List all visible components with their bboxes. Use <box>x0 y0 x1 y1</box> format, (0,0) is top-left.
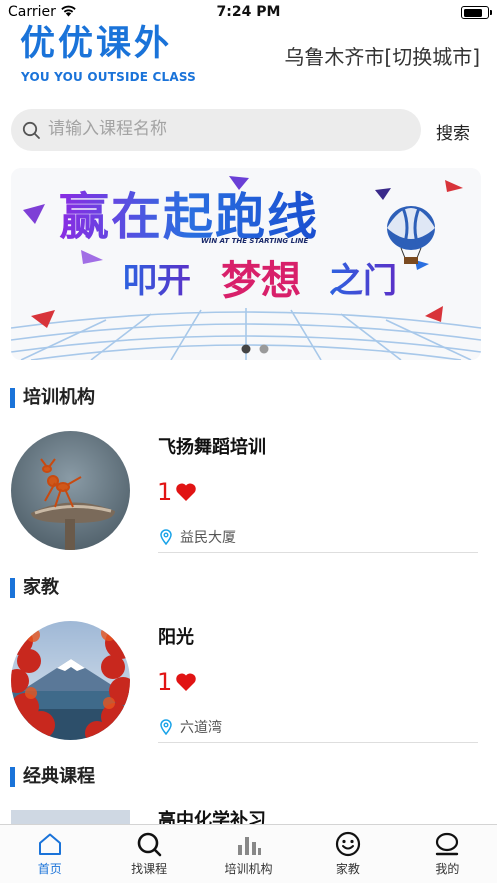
user-icon <box>436 832 459 856</box>
tab-home[interactable]: 首页 <box>0 825 99 883</box>
section-title-tutor: 家教 <box>10 578 59 598</box>
banner-subline-a: 叩开 <box>123 261 191 301</box>
bar-chart-icon <box>237 837 261 855</box>
battery-icon <box>461 6 492 19</box>
list-item-training[interactable]: 飞扬舞蹈培训 1 益民大厦 <box>0 431 497 556</box>
list-item-tutor[interactable]: 阳光 1 六道湾 <box>0 621 497 746</box>
tab-label: 找课程 <box>131 862 168 876</box>
banner-pagination[interactable] <box>241 339 271 358</box>
search-bar <box>11 109 421 151</box>
tab-label: 培训机构 <box>224 862 273 876</box>
item-name: 飞扬舞蹈培训 <box>158 437 266 458</box>
tab-label: 首页 <box>37 862 62 876</box>
pagination-dot[interactable] <box>259 344 269 354</box>
tab-mine[interactable]: 我的 <box>398 825 497 883</box>
banner-subline-c: 之门 <box>329 261 397 301</box>
tab-label: 我的 <box>435 862 460 876</box>
section-title-classic: 经典课程 <box>10 767 95 787</box>
like-count[interactable]: 1 <box>157 668 197 696</box>
banner-tagline: WIN AT THE STARTING LINE <box>201 237 309 245</box>
tab-find-course[interactable]: 找课程 <box>99 825 198 883</box>
location-row: 六道湾 <box>160 717 222 737</box>
tab-label: 家教 <box>335 862 360 876</box>
divider <box>158 552 478 553</box>
location-text: 六道湾 <box>180 720 222 736</box>
heart-icon <box>176 673 197 691</box>
search-button[interactable]: 搜索 <box>436 119 470 144</box>
home-icon <box>38 833 61 855</box>
location-pin-icon <box>160 529 172 545</box>
tutor-avatar <box>11 621 130 740</box>
tab-training-org[interactable]: 培训机构 <box>199 825 298 883</box>
search-icon <box>22 121 40 139</box>
location-row: 益民大厦 <box>160 527 236 547</box>
city-switcher[interactable]: 乌鲁木齐市[切换城市] <box>284 41 480 70</box>
smiley-icon <box>335 831 361 857</box>
search-input[interactable] <box>48 114 408 144</box>
promo-banner[interactable]: 赢在起跑线 WIN AT THE STARTING LINE 叩开 梦想 之门 <box>11 168 481 360</box>
course-thumbnail[interactable] <box>11 810 130 824</box>
battery-level <box>463 8 483 17</box>
heart-icon <box>176 483 197 501</box>
divider <box>158 742 478 743</box>
tab-tutor[interactable]: 家教 <box>298 825 397 883</box>
banner-subline-b: 梦想 <box>221 258 301 304</box>
location-text: 益民大厦 <box>180 530 236 546</box>
brand-logo-title: 优优课外 <box>20 24 173 64</box>
location-pin-icon <box>160 719 172 735</box>
like-count-value: 1 <box>157 668 173 696</box>
section-title-training: 培训机构 <box>10 388 95 408</box>
like-count-value: 1 <box>157 478 173 506</box>
status-time: 7:24 PM <box>216 4 281 20</box>
tab-bar: 首页 找课程 培训机构 家教 我的 <box>0 824 497 883</box>
item-name: 阳光 <box>158 627 194 648</box>
pagination-dot[interactable] <box>241 344 251 354</box>
like-count[interactable]: 1 <box>157 478 197 506</box>
search-icon <box>137 832 162 857</box>
institution-avatar <box>11 431 130 550</box>
brand-logo-subtitle: YOU YOU OUTSIDE CLASS <box>21 70 197 84</box>
course-name[interactable]: 高中化学补习 <box>158 810 266 824</box>
banner-artwork: 赢在起跑线 WIN AT THE STARTING LINE 叩开 梦想 之门 <box>11 168 481 360</box>
